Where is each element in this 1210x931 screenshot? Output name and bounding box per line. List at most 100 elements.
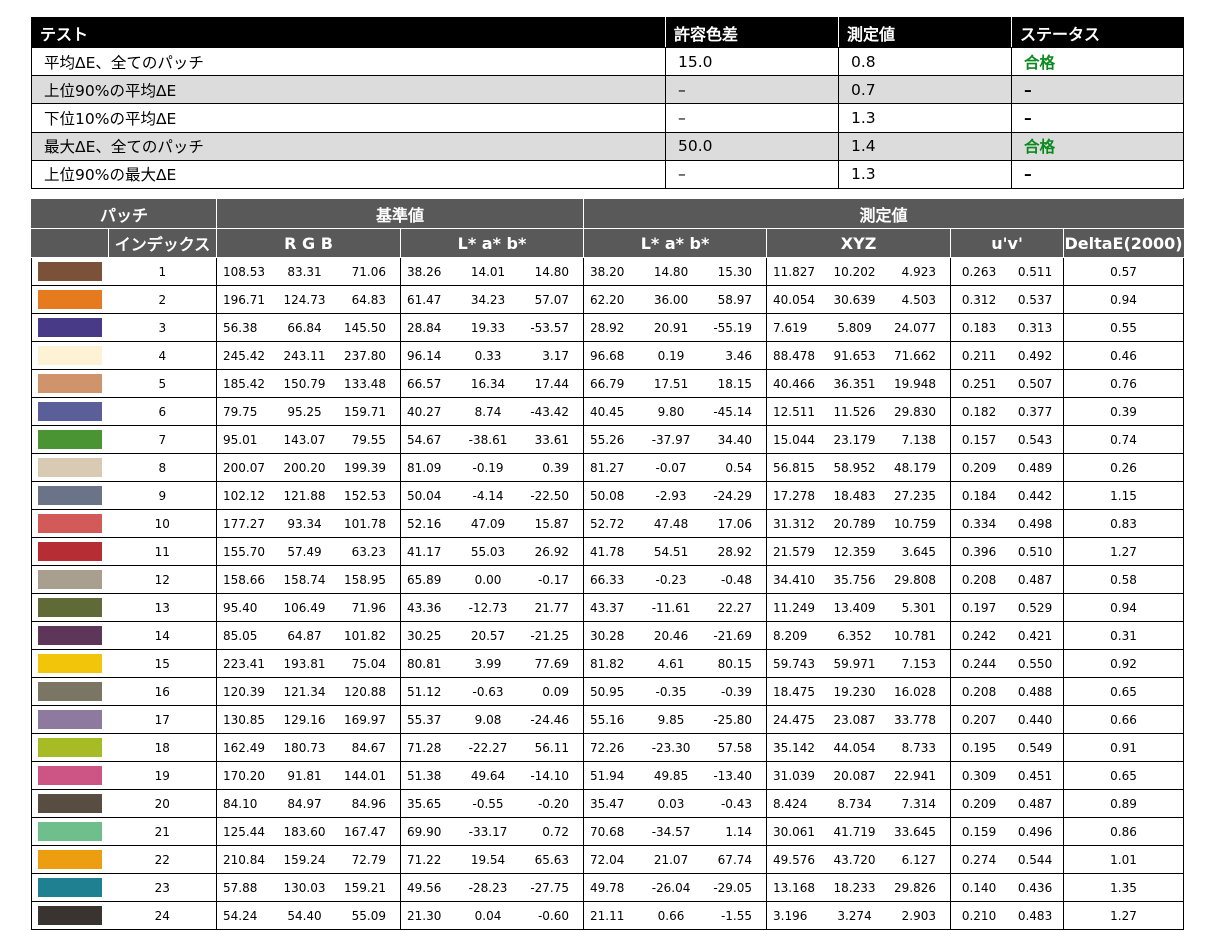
xyz-value: 7.619 [773, 320, 808, 335]
lab-ref-value-group: 51.38 49.64 -14.10 [401, 769, 583, 783]
xyz-value: 13.168 [773, 880, 816, 895]
lab-meas-value-group: 66.33 -0.23 -0.48 [584, 573, 766, 587]
xyz-value: 30.639 [833, 292, 876, 307]
lab-meas-value: 50.08 [590, 488, 625, 503]
lab-meas-value-group: 70.68 -34.57 1.14 [584, 825, 766, 839]
xyz-value: 35.142 [773, 740, 816, 755]
rgb-value-group: 245.42 243.11 237.80 [217, 349, 400, 363]
xyz-value: 20.789 [833, 516, 876, 531]
lab-meas-value-group: 28.92 20.91 -55.19 [584, 321, 766, 335]
lab-meas-value: 21.07 [653, 852, 689, 867]
table-row: 18 162.49 180.73 84.67 71.28 -22.27 56.11 72.26… [31, 733, 1185, 762]
lab-ref-value: 0.09 [542, 684, 570, 699]
table-row: 9 102.12 121.88 152.53 50.04 -4.14 -22.50 50.08… [31, 481, 1185, 510]
summary-cell-measured: 1.3 [838, 103, 1012, 133]
lab-meas-value: 70.68 [590, 824, 625, 839]
lab-ref-value: -14.10 [530, 768, 570, 783]
lab-ref-value-group: 81.09 -0.19 0.39 [401, 461, 583, 475]
lab-ref-value: 81.09 [407, 460, 442, 475]
lab-meas-cell: 62.20 36.00 58.97 [583, 285, 768, 314]
xyz-value: 24.475 [773, 712, 816, 727]
rgb-value: 124.73 [283, 292, 326, 307]
lab-ref-value-group: 52.16 47.09 15.87 [401, 517, 583, 531]
lab-ref-value: -0.20 [537, 796, 570, 811]
lab-meas-value-group: 51.94 49.85 -13.40 [584, 769, 766, 783]
xyz-cell: 11.827 10.202 4.923 [766, 257, 952, 286]
table-row: 16 120.39 121.34 120.88 51.12 -0.63 0.09 50.95 -… [31, 677, 1185, 706]
xyz-value: 41.719 [833, 824, 876, 839]
lab-ref-cell: 55.37 9.08 -24.46 [400, 705, 585, 734]
patch-header-row-2: インデックス R G B L* a* b* L* a* b* XYZ u'v' … [31, 228, 1185, 258]
rgb-value: 72.79 [351, 852, 386, 867]
lab-meas-value: 4.61 [657, 656, 685, 671]
lab-meas-value: 18.15 [717, 376, 753, 391]
uv-value: 0.507 [1017, 376, 1053, 391]
lab-meas-value: 72.26 [590, 740, 625, 755]
xyz-value-group: 24.475 23.087 33.778 [767, 713, 950, 727]
uv-value: 0.377 [1017, 404, 1053, 419]
lab-meas-value: 96.68 [590, 348, 625, 363]
lab-ref-value: 0.39 [542, 460, 570, 475]
lab-meas-value: -45.14 [713, 404, 753, 419]
rgb-value: 71.06 [351, 264, 386, 279]
lab-meas-value: 20.91 [653, 320, 689, 335]
deltae-cell: 0.94 [1063, 285, 1185, 314]
lab-ref-value: -38.61 [468, 432, 508, 447]
xyz-value: 27.235 [894, 488, 937, 503]
swatch-cell [31, 509, 109, 538]
lab-meas-value-group: 72.04 21.07 67.74 [584, 853, 766, 867]
swatch-cell [31, 285, 109, 314]
lab-ref-value: -0.17 [537, 572, 570, 587]
table-row: 24 54.24 54.40 55.09 21.30 0.04 -0.60 21.11 0.66… [31, 901, 1185, 930]
xyz-value-group: 40.466 36.351 19.948 [767, 377, 950, 391]
lab-meas-value: 54.51 [653, 544, 689, 559]
summary-cell-tolerance: – [665, 75, 839, 105]
uv-value: 0.211 [961, 348, 997, 363]
swatch-cell [31, 621, 109, 650]
rgb-value: 177.27 [223, 516, 266, 531]
summary-header-status: ステータス [1011, 17, 1184, 48]
lab-meas-value: 28.92 [590, 320, 625, 335]
rgb-value-group: 162.49 180.73 84.67 [217, 741, 400, 755]
deltae-cell: 0.46 [1063, 341, 1185, 370]
deltae-cell: 0.65 [1063, 761, 1185, 790]
lab-ref-value: 50.04 [407, 488, 442, 503]
lab-meas-value: 22.27 [717, 600, 753, 615]
lab-meas-cell: 52.72 47.48 17.06 [583, 509, 768, 538]
lab-meas-value: -11.61 [651, 600, 691, 615]
lab-ref-value: 65.89 [407, 572, 442, 587]
rgb-value: 183.60 [283, 824, 326, 839]
xyz-value-group: 56.815 58.952 48.179 [767, 461, 950, 475]
xyz-value: 6.127 [901, 852, 937, 867]
lab-meas-value: 58.97 [717, 292, 753, 307]
lab-meas-value: 30.28 [590, 628, 625, 643]
lab-meas-value: 52.72 [590, 516, 625, 531]
deltae-cell: 1.15 [1063, 481, 1185, 510]
xyz-value: 5.301 [901, 600, 937, 615]
index-cell: 19 [108, 761, 218, 790]
rgb-value: 159.21 [344, 880, 386, 895]
lab-ref-value-group: 21.30 0.04 -0.60 [401, 909, 583, 923]
rgb-cell: 177.27 93.34 101.78 [216, 509, 402, 538]
xyz-value: 18.233 [833, 880, 876, 895]
xyz-value: 19.230 [833, 684, 876, 699]
uv-cell: 0.195 0.549 [950, 733, 1065, 762]
lab-meas-value: 36.00 [653, 292, 689, 307]
lab-meas-cell: 40.45 9.80 -45.14 [583, 397, 768, 426]
rgb-value: 223.41 [223, 656, 266, 671]
xyz-value: 4.503 [901, 292, 937, 307]
uv-cell: 0.208 0.488 [950, 677, 1065, 706]
deltae-cell: 1.27 [1063, 537, 1185, 566]
xyz-value: 23.179 [833, 432, 876, 447]
lab-meas-value: 80.15 [717, 656, 753, 671]
summary-cell-measured: 1.4 [838, 131, 1012, 161]
color-swatch [38, 906, 102, 925]
lab-meas-value-group: 52.72 47.48 17.06 [584, 517, 766, 531]
lab-ref-value: 35.65 [407, 796, 442, 811]
lab-meas-value-group: 81.27 -0.07 0.54 [584, 461, 766, 475]
deltae-cell: 1.27 [1063, 901, 1185, 930]
lab-ref-value-group: 41.17 55.03 26.92 [401, 545, 583, 559]
lab-ref-value: 77.69 [534, 656, 570, 671]
rgb-cell: 84.10 84.97 84.96 [216, 789, 402, 818]
rgb-cell: 130.85 129.16 169.97 [216, 705, 402, 734]
